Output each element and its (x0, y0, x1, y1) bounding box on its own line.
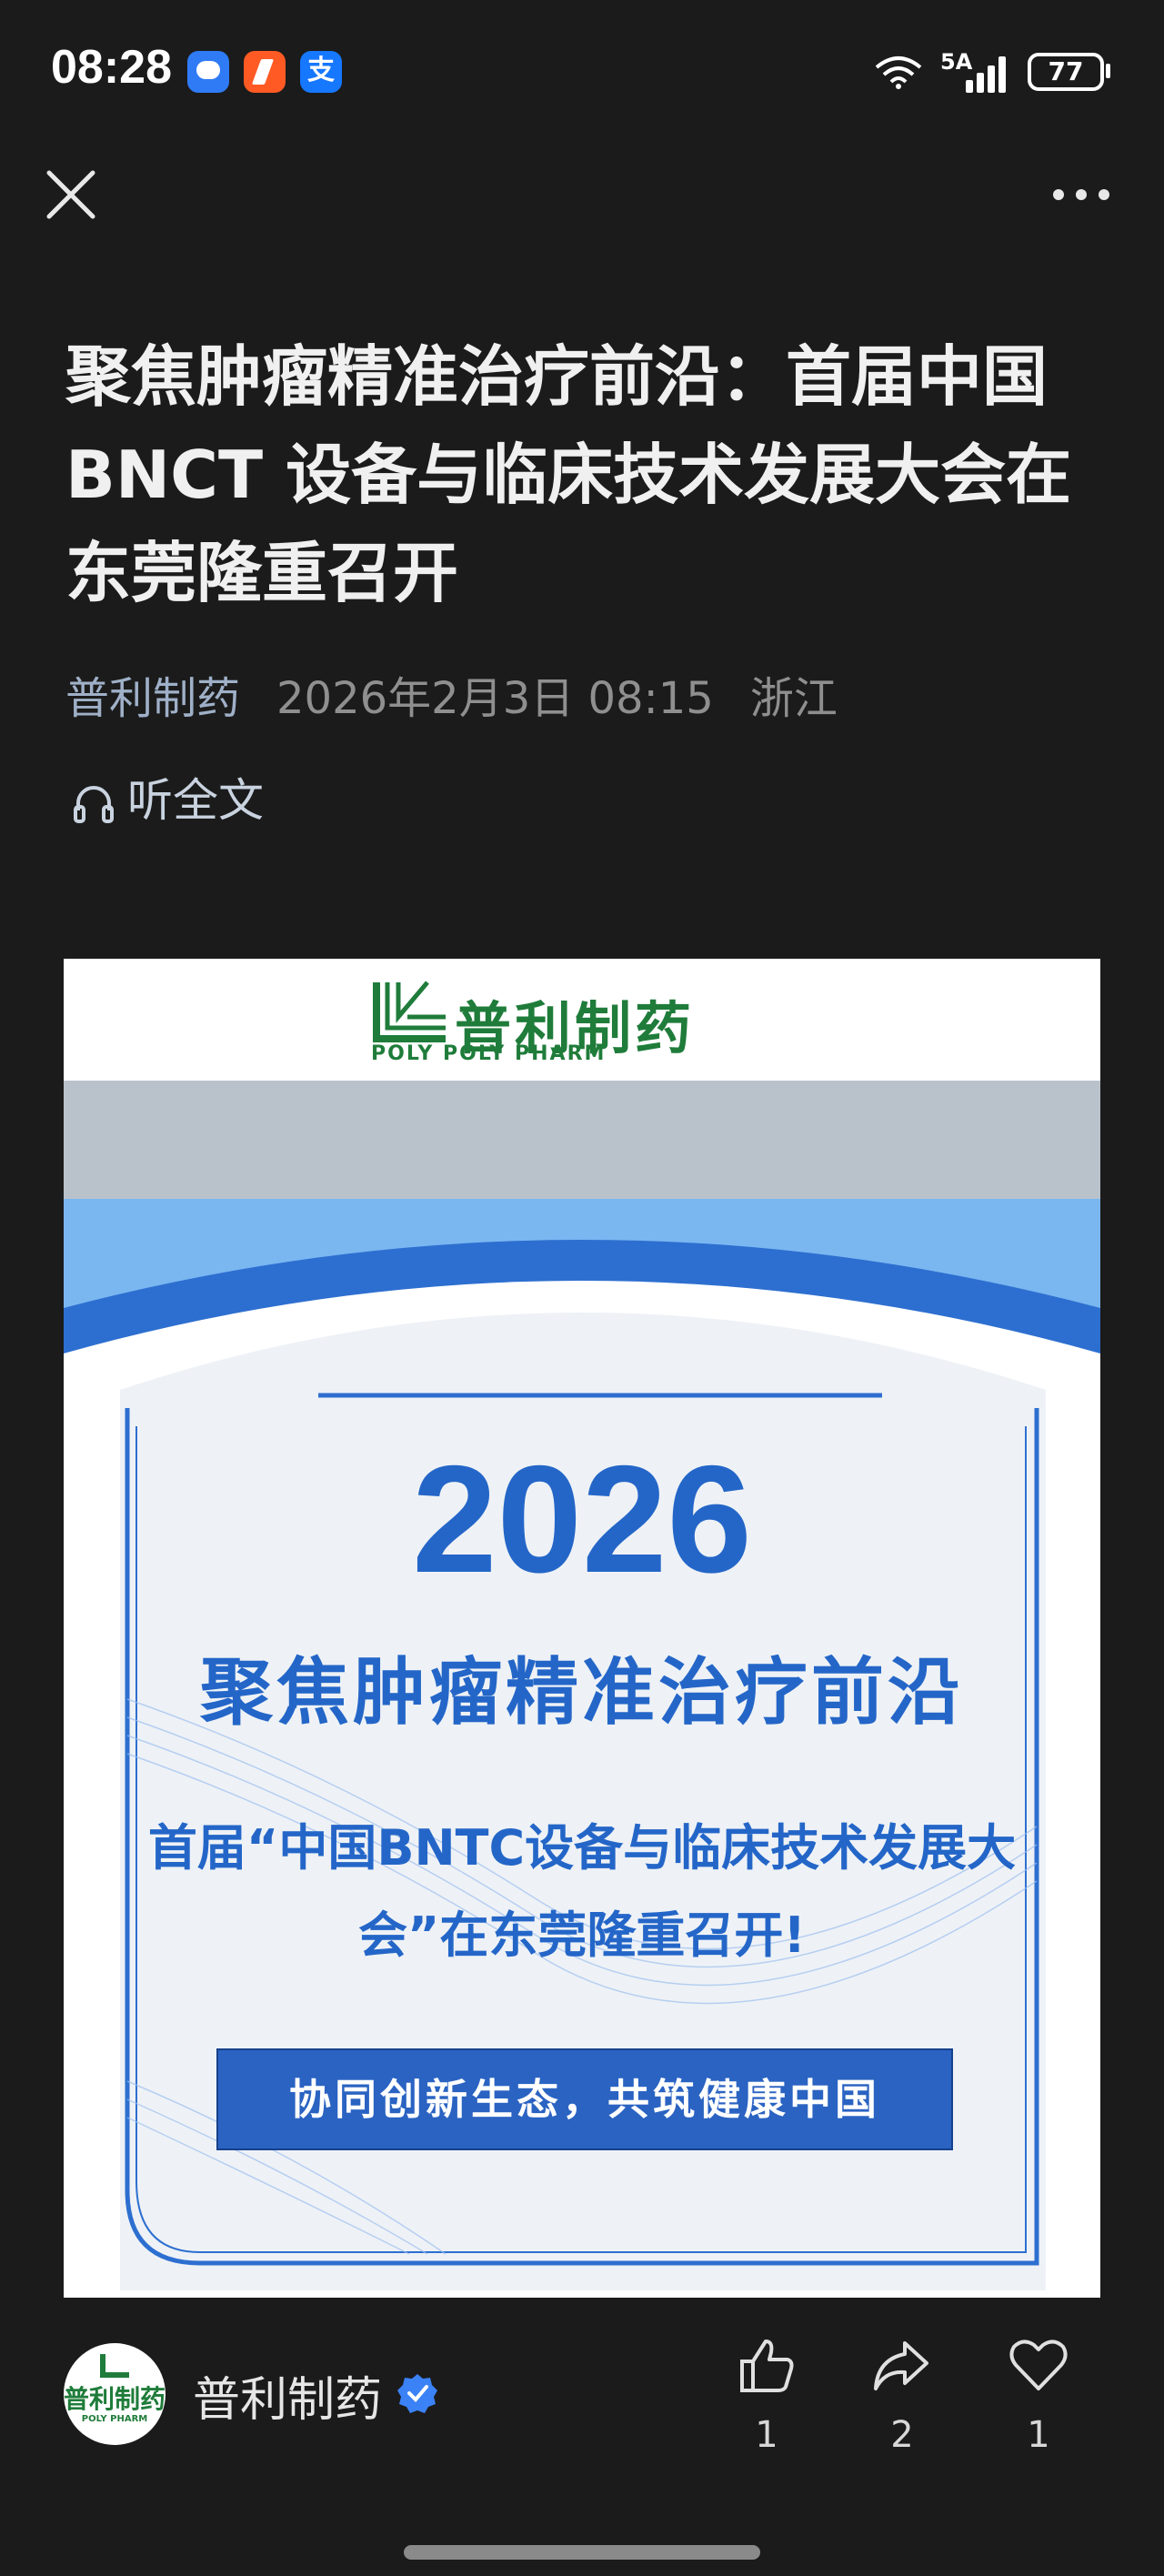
wifi-icon (875, 56, 922, 89)
battery-indicator: 77 (1028, 53, 1104, 91)
article-meta: 普利制药 2026年2月3日 08:15 浙江 (65, 662, 838, 726)
message-icon (187, 51, 229, 93)
signal-icon (966, 55, 1013, 93)
share-count: 2 (890, 2414, 914, 2456)
avatar-logo-mark (100, 2354, 129, 2378)
article-poster-image[interactable]: 普利制药 POLY POLY PHARM 2026 聚焦肿瘤精准治疗前沿 首届“… (64, 959, 1100, 2298)
headphones-icon (74, 785, 114, 823)
share-icon (874, 2341, 928, 2390)
heart-icon (1009, 2340, 1068, 2390)
article-title: 聚焦肿瘤精准治疗前沿：首届中国 BNCT 设备与临床技术发展大会在东莞隆重召开 (65, 338, 1072, 611)
logo-english-text: POLY POLY PHARM (371, 1042, 607, 1065)
close-icon[interactable] (44, 167, 98, 222)
listen-full-text-button[interactable]: 听全文 (71, 764, 264, 830)
home-indicator[interactable] (404, 2545, 760, 2560)
share-button[interactable]: 2 (857, 2334, 948, 2456)
battery-tip (1106, 64, 1110, 78)
flame-app-icon (244, 51, 286, 93)
poster-logo-banner: 普利制药 POLY POLY PHARM (64, 959, 1100, 1082)
alipay-icon: 支 (300, 51, 342, 93)
listen-label: 听全文 (127, 774, 264, 827)
article-location: 浙江 (749, 673, 838, 724)
account-avatar[interactable]: 普利制药 POLY PHARM (64, 2343, 166, 2445)
avatar-logo-text: 普利制药 (64, 2384, 166, 2414)
like-button[interactable]: 1 (721, 2334, 812, 2456)
poster-subheadline-text: 首届“中国BNTC设备与临床技术发展大会”在东莞隆重召开! (147, 1819, 1017, 1964)
article-author[interactable]: 普利制药 (65, 673, 240, 724)
poly-logo-mark (373, 981, 446, 1042)
poster-subheadline: 首届“中国BNTC设备与临床技术发展大会”在东莞隆重召开! (136, 1805, 1028, 1979)
account-name[interactable]: 普利制药 (193, 2361, 382, 2430)
poster-slogan: 协同创新生态，共筑健康中国 (216, 2048, 953, 2150)
status-time: 08:28 (51, 41, 172, 94)
favorite-count: 1 (1027, 2414, 1050, 2456)
article-date: 2026年2月3日 08:15 (276, 673, 714, 724)
poster-headline: 聚焦肿瘤精准治疗前沿 (200, 1650, 964, 1735)
favorite-button[interactable]: 1 (993, 2334, 1084, 2456)
status-bar: 08:28 支 5A 77 (0, 0, 1164, 146)
bottom-action-bar: 普利制药 POLY PHARM 普利制药 1 2 1 (0, 2298, 1164, 2576)
like-count: 1 (755, 2414, 778, 2456)
more-icon[interactable] (1049, 178, 1113, 211)
avatar-logo-english: POLY PHARM (81, 2414, 148, 2424)
thumbs-up-icon (740, 2340, 794, 2392)
verified-badge-icon (397, 2374, 437, 2413)
poster-year: 2026 (412, 1434, 752, 1605)
poly-pharm-logo: 普利制药 POLY POLY PHARM (371, 977, 753, 1068)
